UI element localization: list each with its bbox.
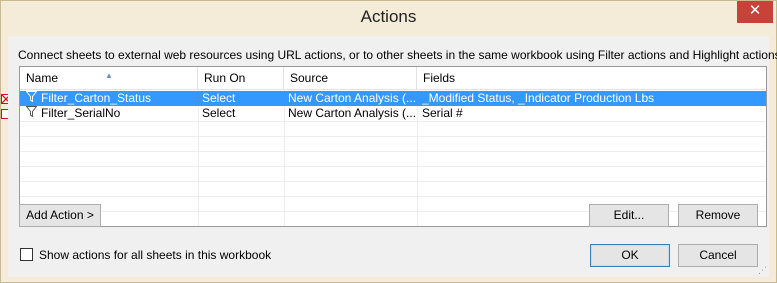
add-action-button[interactable]: Add Action > [19,204,101,227]
row-gridline [20,181,766,182]
row-gridline [20,166,766,167]
list-header: ▲ Name Run On Source Fields [20,67,766,90]
fields-cell: _Modified Status, _Indicator Production … [422,91,655,105]
remove-button[interactable]: Remove [678,204,758,227]
column-header-name[interactable]: ▲ Name [20,67,198,89]
row-gridline [20,121,766,122]
table-row[interactable]: Filter_Carton_Status Select New Carton A… [20,91,766,106]
show-all-sheets-label[interactable]: Show actions for all sheets in this work… [39,248,271,262]
dialog-body: Connect sheets to external web resources… [8,36,777,277]
column-header-run-on[interactable]: Run On [198,67,284,89]
filter-funnel-icon [26,91,37,102]
run-on-cell: Select [202,106,236,120]
column-header-source[interactable]: Source [284,67,417,89]
show-all-sheets-checkbox[interactable] [20,248,33,261]
row-gridline [20,196,766,197]
table-row[interactable]: Filter_SerialNo Select New Carton Analys… [20,106,766,121]
row-gridline [20,136,766,137]
actions-dialog: Actions ✕ Connect sheets to external web… [0,0,777,283]
title-bar[interactable]: Actions ✕ [1,1,776,35]
row-gridline [20,151,766,152]
description-text: Connect sheets to external web resources… [18,48,777,62]
resize-grip-icon[interactable]: ⋰ [758,266,767,275]
run-on-cell: Select [202,91,236,105]
actions-list[interactable]: ▲ Name Run On Source Fields Filter_Carto… [19,66,767,227]
cancel-button[interactable]: Cancel [678,244,758,267]
filter-funnel-icon [26,106,37,117]
dialog-title: Actions [360,7,417,26]
sort-arrow-icon: ▲ [105,71,113,80]
fields-cell: Serial # [422,106,463,120]
action-name: Filter_Carton_Status [41,91,152,105]
close-button[interactable]: ✕ [737,1,773,23]
column-header-fields[interactable]: Fields [417,67,766,89]
edit-button[interactable]: Edit... [589,204,669,227]
action-name: Filter_SerialNo [41,106,121,120]
ok-button[interactable]: OK [590,244,670,267]
source-cell: New Carton Analysis (... [288,91,415,105]
source-cell: New Carton Analysis (... [288,106,415,120]
